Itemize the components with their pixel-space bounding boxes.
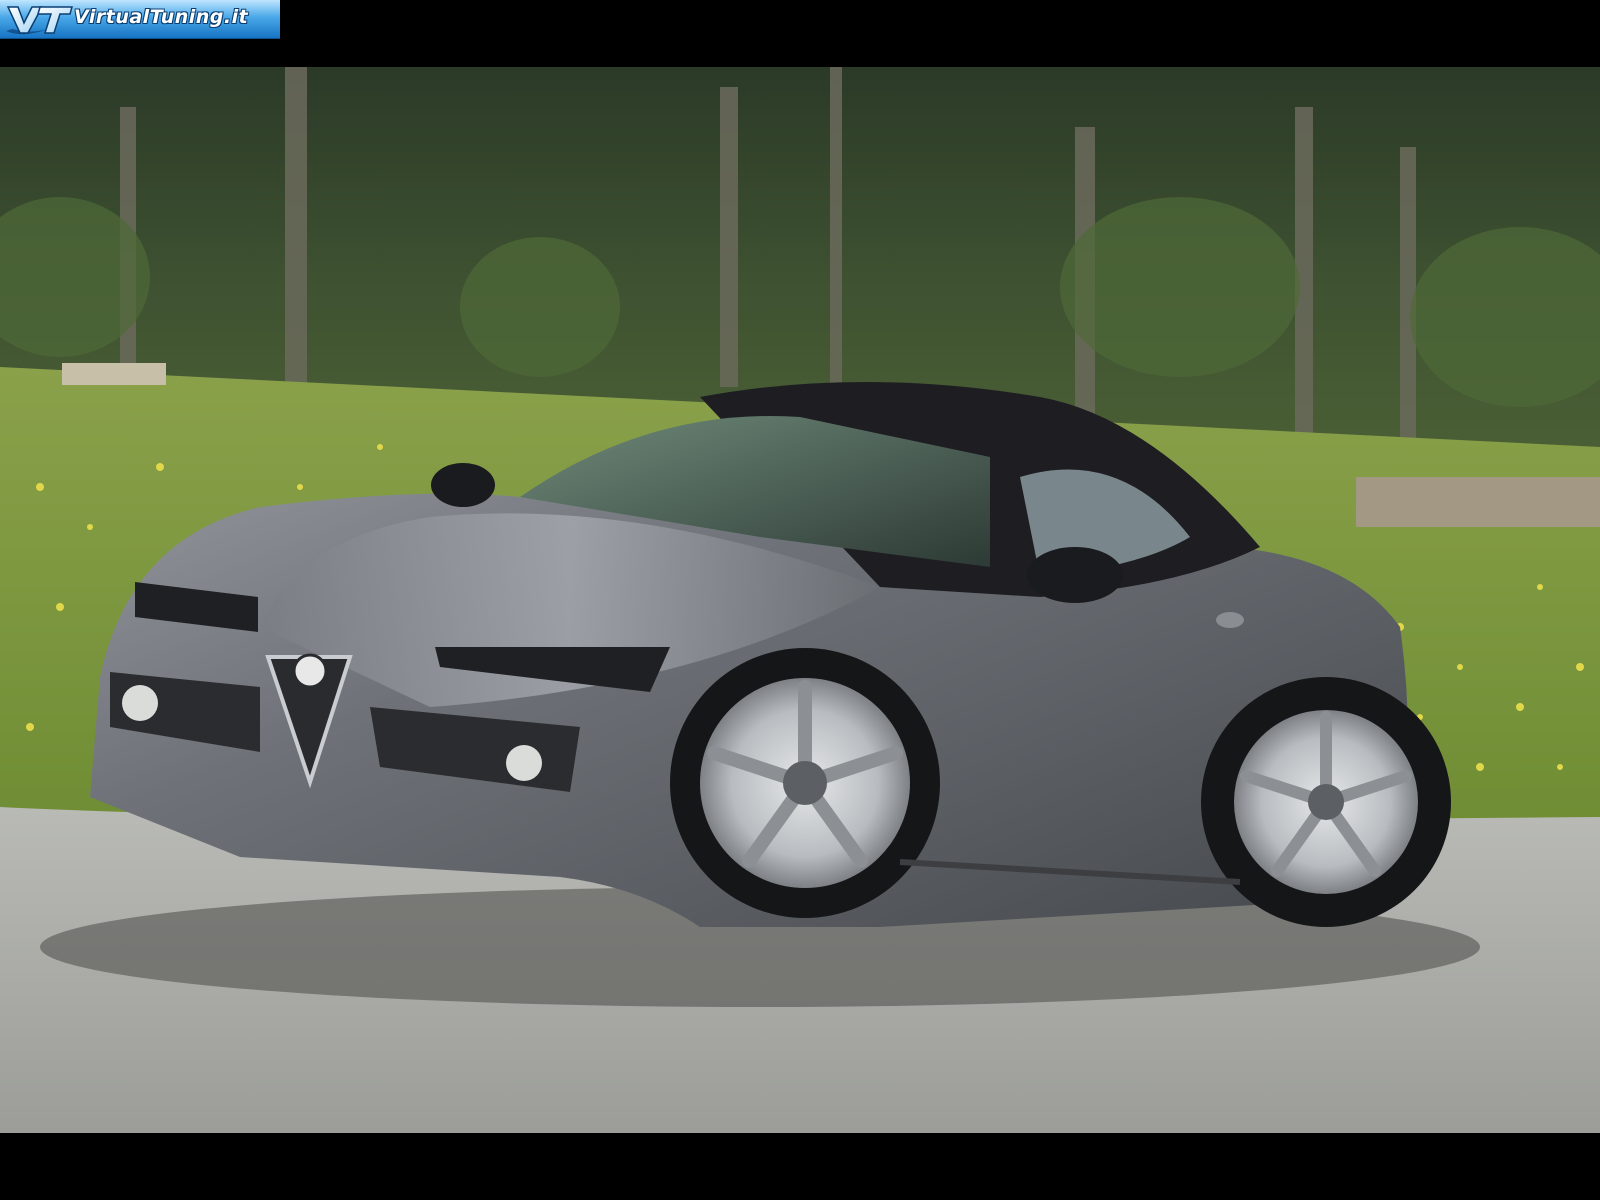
car-photo [0,67,1600,1133]
bottom-letterbox [0,1133,1600,1200]
vt-logo-icon [6,6,73,35]
site-logo-banner[interactable]: VirtualTuning.it [0,0,280,39]
site-logo-text: VirtualTuning.it [74,6,249,28]
car-photo-illustration [0,67,1600,1133]
top-letterbox: VirtualTuning.it [0,0,1600,67]
